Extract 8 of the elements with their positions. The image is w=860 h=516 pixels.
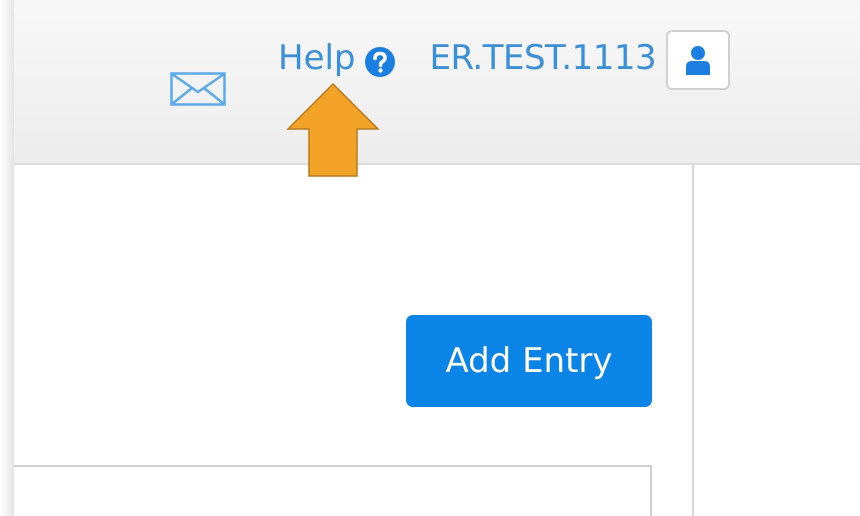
up-arrow-icon: [286, 82, 380, 178]
user-profile-button[interactable]: [666, 30, 730, 90]
person-icon: [686, 45, 710, 75]
add-entry-button[interactable]: Add Entry: [406, 315, 652, 407]
help-link[interactable]: Help: [278, 38, 356, 78]
mail-icon[interactable]: [170, 72, 226, 106]
help-icon[interactable]: [364, 46, 396, 78]
username-link[interactable]: ER.TEST.1113: [430, 38, 656, 78]
